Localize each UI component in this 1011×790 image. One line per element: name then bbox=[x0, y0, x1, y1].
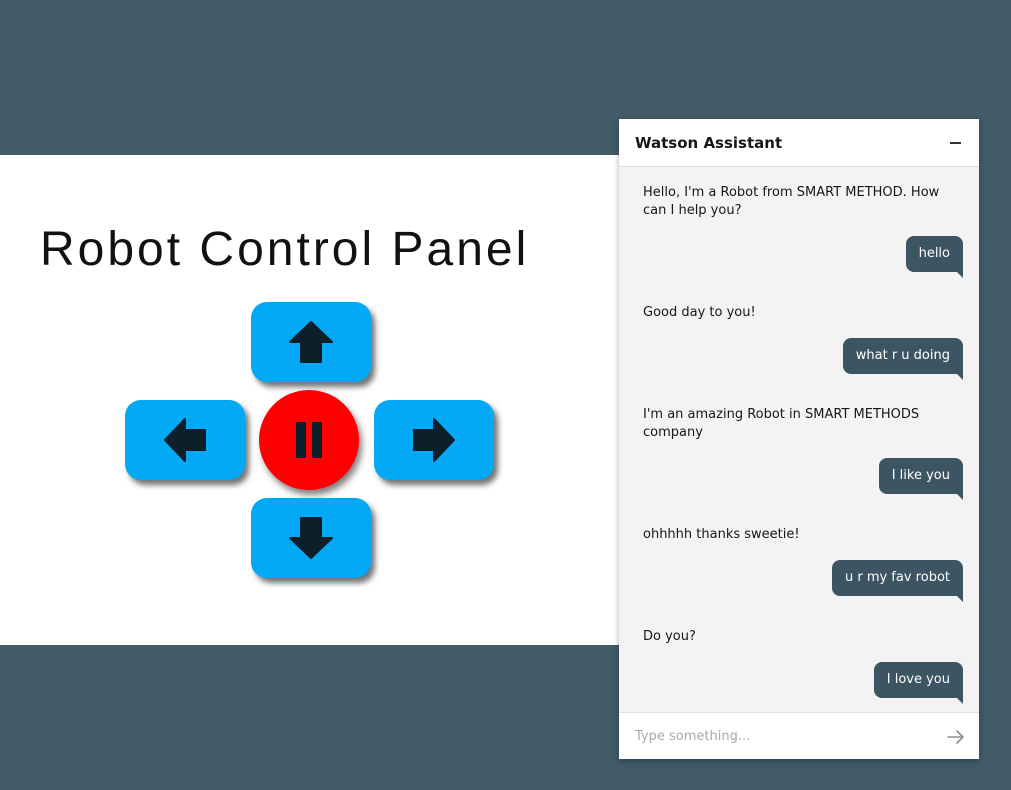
bot-message: Do you? bbox=[643, 629, 696, 644]
pause-icon bbox=[296, 422, 322, 458]
user-message: hello bbox=[905, 236, 964, 278]
arrow-down-icon bbox=[289, 517, 333, 559]
user-message: what r u doing bbox=[842, 338, 964, 380]
chat-header: Watson Assistant bbox=[619, 119, 979, 167]
arrow-right-icon bbox=[413, 418, 455, 462]
move-left-button[interactable] bbox=[125, 400, 245, 480]
minimize-button[interactable] bbox=[943, 131, 967, 155]
bot-message: I'm an amazing Robot in SMART METHODS co… bbox=[643, 407, 920, 440]
move-up-button[interactable] bbox=[251, 302, 371, 382]
chat-input-bar bbox=[619, 712, 979, 759]
stop-button[interactable] bbox=[259, 390, 359, 490]
minimize-icon bbox=[949, 142, 961, 144]
send-arrow-icon bbox=[947, 730, 964, 744]
chat-input[interactable] bbox=[635, 721, 925, 751]
user-message: I like you bbox=[878, 458, 964, 500]
send-button[interactable] bbox=[945, 726, 967, 748]
user-message: u r my fav robot bbox=[831, 560, 964, 602]
move-down-button[interactable] bbox=[251, 498, 371, 578]
move-right-button[interactable] bbox=[374, 400, 494, 480]
chat-title: Watson Assistant bbox=[635, 134, 783, 152]
bot-message: ohhhhh thanks sweetie! bbox=[643, 527, 800, 542]
chat-widget: Watson Assistant Hello, I'm a Robot from… bbox=[619, 119, 979, 759]
bot-message: Hello, I'm a Robot from SMART METHOD. Ho… bbox=[643, 185, 940, 218]
bot-message: Good day to you! bbox=[643, 305, 756, 320]
user-message: I love you bbox=[873, 662, 964, 704]
page-title: Robot Control Panel bbox=[40, 223, 530, 276]
message-list[interactable]: Hello, I'm a Robot from SMART METHOD. Ho… bbox=[619, 167, 979, 712]
arrow-up-icon bbox=[289, 321, 333, 363]
arrow-left-icon bbox=[164, 418, 206, 462]
